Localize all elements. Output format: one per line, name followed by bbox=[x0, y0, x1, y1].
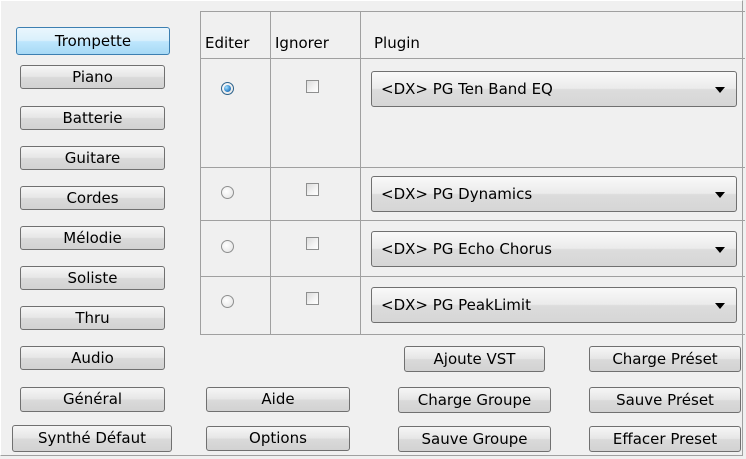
load-group-button-label: Charge Groupe bbox=[417, 391, 532, 409]
dropdown-arrow-icon bbox=[715, 87, 725, 93]
instrument-button-general[interactable]: Général bbox=[20, 387, 165, 412]
instrument-button-soliste[interactable]: Soliste bbox=[20, 266, 165, 290]
plugin-select-value: <DX> PG PeakLimit bbox=[381, 296, 531, 314]
instrument-label: Mélodie bbox=[63, 229, 122, 247]
table-divider bbox=[200, 58, 745, 59]
help-button-label: Aide bbox=[261, 390, 295, 408]
plugin-select-value: <DX> PG Echo Chorus bbox=[381, 240, 552, 258]
instrument-button-melodie[interactable]: Mélodie bbox=[20, 226, 165, 250]
plugin-select-row-3[interactable]: <DX> PG Echo Chorus bbox=[371, 231, 737, 267]
instrument-label: Général bbox=[62, 390, 123, 408]
load-preset-button[interactable]: Charge Préset bbox=[589, 346, 741, 372]
table-divider bbox=[200, 11, 745, 12]
instrument-label: Synthé Défaut bbox=[38, 429, 146, 447]
save-group-button-label: Sauve Groupe bbox=[421, 430, 528, 448]
instrument-button-piano[interactable]: Piano bbox=[20, 65, 165, 89]
edit-radio-row-4[interactable] bbox=[221, 295, 234, 308]
instrument-label: Batterie bbox=[62, 109, 123, 127]
instrument-label: Piano bbox=[72, 68, 113, 86]
instrument-button-guitare[interactable]: Guitare bbox=[20, 146, 165, 170]
instrument-label: Trompette bbox=[54, 32, 132, 50]
header-plugin: Plugin bbox=[374, 34, 420, 52]
edit-radio-row-3[interactable] bbox=[221, 240, 234, 253]
load-group-button[interactable]: Charge Groupe bbox=[398, 387, 551, 413]
instrument-button-synthe-defaut[interactable]: Synthé Défaut bbox=[12, 425, 172, 452]
table-divider bbox=[200, 276, 745, 277]
instrument-button-batterie[interactable]: Batterie bbox=[20, 106, 165, 130]
ignore-checkbox-row-4[interactable] bbox=[306, 292, 319, 305]
instrument-label: Cordes bbox=[66, 189, 119, 207]
dropdown-arrow-icon bbox=[715, 192, 725, 198]
table-divider bbox=[360, 11, 361, 335]
instrument-button-cordes[interactable]: Cordes bbox=[20, 186, 165, 210]
edit-radio-row-2[interactable] bbox=[221, 186, 234, 199]
instrument-button-thru[interactable]: Thru bbox=[20, 306, 165, 330]
options-button-label: Options bbox=[249, 429, 307, 447]
plugin-select-value: <DX> PG Dynamics bbox=[381, 185, 533, 203]
header-edit: Editer bbox=[205, 34, 250, 52]
table-divider bbox=[270, 11, 271, 335]
clear-preset-button-label: Effacer Preset bbox=[612, 430, 718, 448]
plugin-select-value: <DX> PG Ten Band EQ bbox=[381, 80, 553, 98]
table-divider bbox=[200, 11, 201, 335]
instrument-label: Guitare bbox=[64, 149, 121, 167]
ignore-checkbox-row-3[interactable] bbox=[306, 237, 319, 250]
instrument-label: Thru bbox=[75, 309, 110, 327]
plugin-select-row-2[interactable]: <DX> PG Dynamics bbox=[371, 176, 737, 212]
ignore-checkbox-row-1[interactable] bbox=[306, 80, 319, 93]
clear-preset-button[interactable]: Effacer Preset bbox=[589, 426, 741, 452]
table-divider bbox=[200, 334, 745, 335]
options-button[interactable]: Options bbox=[206, 426, 350, 451]
instrument-button-trompette[interactable]: Trompette bbox=[16, 27, 170, 55]
header-ignore: Ignorer bbox=[275, 34, 329, 52]
save-preset-button[interactable]: Sauve Préset bbox=[589, 387, 741, 413]
dropdown-arrow-icon bbox=[715, 247, 725, 253]
save-preset-button-label: Sauve Préset bbox=[616, 391, 714, 409]
edit-radio-row-1[interactable] bbox=[221, 82, 234, 95]
plugin-select-row-4[interactable]: <DX> PG PeakLimit bbox=[371, 287, 737, 323]
save-group-button[interactable]: Sauve Groupe bbox=[398, 426, 551, 452]
instrument-button-audio[interactable]: Audio bbox=[20, 346, 165, 370]
add-vst-button[interactable]: Ajoute VST bbox=[404, 346, 545, 372]
ignore-checkbox-row-2[interactable] bbox=[306, 183, 319, 196]
table-divider bbox=[200, 167, 745, 168]
add-vst-button-label: Ajoute VST bbox=[433, 350, 516, 368]
instrument-label: Audio bbox=[71, 349, 114, 367]
plugin-select-row-1[interactable]: <DX> PG Ten Band EQ bbox=[371, 71, 737, 107]
load-preset-button-label: Charge Préset bbox=[612, 350, 718, 368]
instrument-label: Soliste bbox=[67, 269, 118, 287]
help-button[interactable]: Aide bbox=[206, 387, 350, 412]
table-divider bbox=[200, 220, 745, 221]
dropdown-arrow-icon bbox=[715, 303, 725, 309]
